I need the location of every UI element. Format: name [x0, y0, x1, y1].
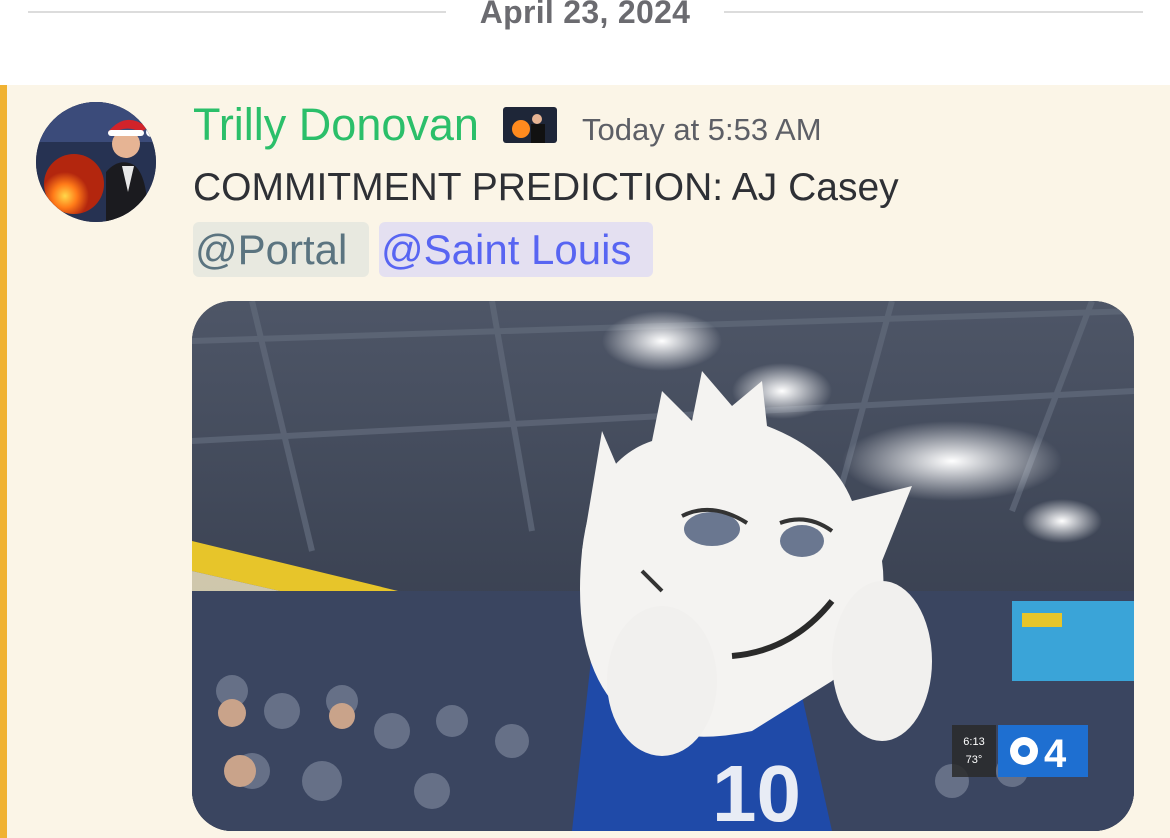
broadcast-temp: 73° [966, 754, 983, 766]
mention-highlight-bar [0, 85, 7, 838]
divider-line-left [28, 11, 446, 13]
mention-portal[interactable]: @Portal [193, 222, 369, 277]
broadcast-time: 6:13 [963, 736, 984, 748]
mention-saint-louis[interactable]: @Saint Louis [379, 222, 653, 277]
author-avatar[interactable] [36, 102, 156, 222]
author-name[interactable]: Trilly Donovan [193, 99, 479, 151]
gif-embed[interactable]: 10 6:13 73° 4 [192, 301, 1134, 831]
date-divider: April 23, 2024 [0, 0, 1170, 80]
message-header: Trilly Donovan Today at 5:53 AM [193, 99, 1093, 155]
divider-date: April 23, 2024 [479, 0, 691, 30]
message-item[interactable]: Trilly Donovan Today at 5:53 AM COMMITME… [0, 85, 1170, 838]
svg-text:10: 10 [712, 749, 801, 831]
role-badge-icon[interactable] [503, 107, 557, 143]
message-timestamp[interactable]: Today at 5:53 AM [582, 113, 822, 147]
message-content: COMMITMENT PREDICTION: AJ Casey [193, 166, 899, 209]
divider-line-right [724, 11, 1143, 13]
svg-text:4: 4 [1044, 732, 1067, 776]
